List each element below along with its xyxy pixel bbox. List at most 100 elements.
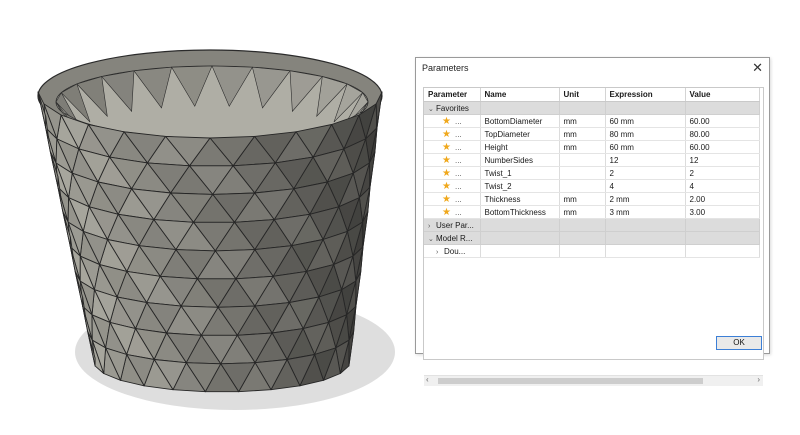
cell-expression[interactable]: 2: [605, 166, 686, 180]
dialog-title: Parameters: [422, 63, 469, 73]
cell-unit: [559, 153, 606, 167]
empty-cell: [559, 244, 606, 258]
model-child-cell: › Dou...: [424, 244, 481, 258]
table-row[interactable]: ★... NumberSides 12 12: [424, 153, 760, 167]
cell-expression[interactable]: 60 mm: [605, 114, 686, 128]
empty-cell: [605, 218, 686, 232]
vase-model: [37, 49, 395, 410]
scroll-right-icon[interactable]: ›: [757, 375, 760, 384]
star-icon[interactable]: ★: [442, 181, 451, 192]
cell-unit: [559, 179, 606, 193]
table-row[interactable]: ★... Twist_1 2 2: [424, 166, 760, 180]
group-favorites[interactable]: ⌄ Favorites: [424, 101, 760, 115]
row-dots: ...: [454, 181, 462, 191]
group-user-parameters[interactable]: › User Par...: [424, 218, 760, 232]
parameter-cell: ★...: [424, 192, 481, 206]
cell-name: Height: [480, 140, 560, 154]
cell-name: NumberSides: [480, 153, 560, 167]
scroll-left-icon[interactable]: ‹: [426, 375, 429, 384]
table-row[interactable]: ★... BottomThickness mm 3 mm 3.00: [424, 205, 760, 219]
cell-unit: mm: [559, 127, 606, 141]
group-user-parameters-label: User Par...: [436, 220, 474, 230]
cell-expression[interactable]: 2 mm: [605, 192, 686, 206]
cell-unit: mm: [559, 192, 606, 206]
star-icon[interactable]: ★: [442, 155, 451, 166]
empty-cell: [480, 101, 560, 115]
empty-cell: [685, 244, 760, 258]
column-header-name[interactable]: Name: [480, 88, 560, 102]
cell-expression[interactable]: 80 mm: [605, 127, 686, 141]
empty-cell: [605, 101, 686, 115]
cell-value: 2: [685, 166, 760, 180]
parameter-cell: ★...: [424, 153, 481, 167]
cell-expression[interactable]: 60 mm: [605, 140, 686, 154]
star-icon[interactable]: ★: [442, 207, 451, 218]
parameter-cell: ★...: [424, 127, 481, 141]
empty-cell: [559, 218, 606, 232]
cell-unit: mm: [559, 140, 606, 154]
empty-cell: [480, 244, 560, 258]
cell-unit: mm: [559, 205, 606, 219]
column-header-parameter[interactable]: Parameter: [424, 88, 481, 102]
group-model-parameters[interactable]: ⌄ Model R...: [424, 231, 760, 245]
cell-value: 12: [685, 153, 760, 167]
star-icon[interactable]: ★: [442, 194, 451, 205]
close-icon[interactable]: ✕: [752, 61, 763, 75]
column-header-expression[interactable]: Expression: [605, 88, 686, 102]
chevron-down-icon[interactable]: ⌄: [428, 105, 436, 113]
empty-cell: [559, 231, 606, 245]
cell-value: 4: [685, 179, 760, 193]
parameter-cell: ★...: [424, 205, 481, 219]
group-model-parameters-label: Model R...: [436, 233, 473, 243]
cell-expression[interactable]: 4: [605, 179, 686, 193]
group-favorites-label: Favorites: [436, 103, 469, 113]
table-row[interactable]: ★... Twist_2 4 4: [424, 179, 760, 193]
column-header-value[interactable]: Value: [685, 88, 760, 102]
row-dots: ...: [454, 116, 462, 126]
chevron-right-icon[interactable]: ›: [436, 249, 444, 256]
cell-name: Twist_1: [480, 166, 560, 180]
cell-unit: [559, 166, 606, 180]
table-row[interactable]: ★... Thickness mm 2 mm 2.00: [424, 192, 760, 206]
parameter-cell: ★...: [424, 179, 481, 193]
scrollbar-thumb[interactable]: [438, 378, 703, 384]
chevron-right-icon[interactable]: ›: [428, 223, 436, 230]
parameter-cell: ★...: [424, 140, 481, 154]
table-row[interactable]: ★... TopDiameter mm 80 mm 80.00: [424, 127, 760, 141]
group-favorites-cell: ⌄ Favorites: [424, 101, 481, 115]
cell-name: TopDiameter: [480, 127, 560, 141]
star-icon[interactable]: ★: [442, 129, 451, 140]
table-row[interactable]: ★... BottomDiameter mm 60 mm 60.00: [424, 114, 760, 128]
horizontal-scrollbar[interactable]: ‹ ›: [424, 375, 763, 386]
parameter-cell: ★...: [424, 114, 481, 128]
chevron-down-icon[interactable]: ⌄: [428, 235, 436, 243]
parameters-dialog: Parameters ✕ Parameter Name Unit Express…: [415, 57, 770, 386]
cell-expression[interactable]: 12: [605, 153, 686, 167]
empty-cell: [685, 218, 760, 232]
cell-value: 60.00: [685, 114, 760, 128]
row-dots: ...: [454, 207, 462, 217]
cell-value: 3.00: [685, 205, 760, 219]
cell-value: 2.00: [685, 192, 760, 206]
cell-name: BottomDiameter: [480, 114, 560, 128]
star-icon[interactable]: ★: [442, 168, 451, 179]
empty-cell: [685, 231, 760, 245]
cell-value: 60.00: [685, 140, 760, 154]
row-dots: ...: [454, 155, 462, 165]
row-dots: ...: [454, 142, 462, 152]
star-icon[interactable]: ★: [442, 142, 451, 153]
column-header-unit[interactable]: Unit: [559, 88, 606, 102]
row-dots: ...: [454, 129, 462, 139]
table-row[interactable]: ★... Height mm 60 mm 60.00: [424, 140, 760, 154]
row-dots: ...: [454, 168, 462, 178]
ok-button[interactable]: OK: [716, 336, 762, 350]
cell-unit: mm: [559, 114, 606, 128]
empty-cell: [685, 101, 760, 115]
cell-expression[interactable]: 3 mm: [605, 205, 686, 219]
cell-name: Twist_2: [480, 179, 560, 193]
dialog-titlebar[interactable]: Parameters ✕: [416, 58, 769, 80]
cell-name: Thickness: [480, 192, 560, 206]
star-icon[interactable]: ★: [442, 116, 451, 127]
3d-viewport[interactable]: [0, 0, 400, 435]
table-row[interactable]: › Dou...: [424, 244, 760, 258]
